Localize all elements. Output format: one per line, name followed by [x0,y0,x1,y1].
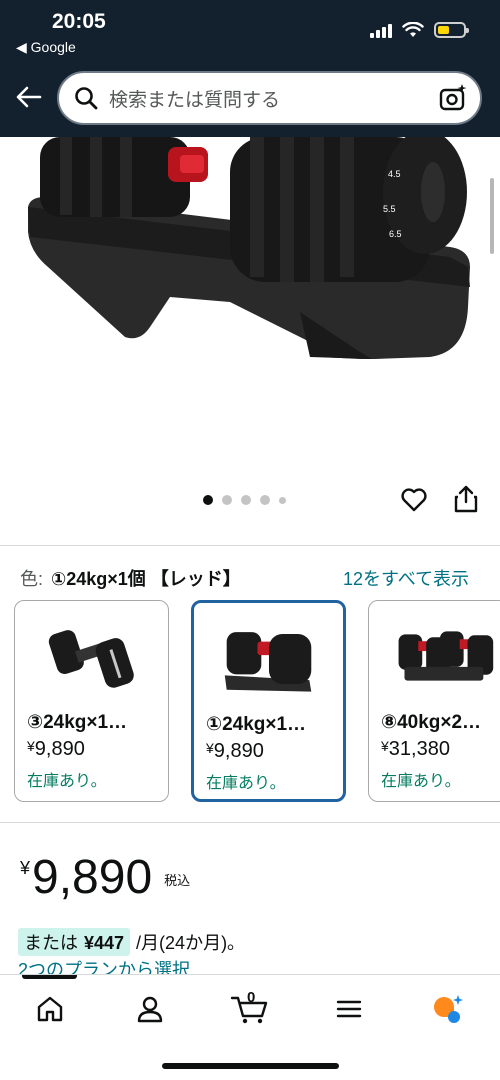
installment-info: または ¥447 /月(24か月)。 [18,928,245,956]
carousel-dot[interactable] [203,495,213,505]
back-arrow-icon[interactable] [14,82,44,112]
carousel-dot[interactable] [222,495,232,505]
variant-price: ¥9,890 [27,738,85,760]
installment-term: /月(24か月)。 [136,933,246,953]
app-header: 20:05 ◀ Google 検索または質問する [0,0,500,137]
variant-thumbnail [48,630,134,688]
variant-name: ⑧40kg×2… [381,712,482,733]
image-carousel-dots[interactable] [203,495,286,505]
back-to-google-link[interactable]: ◀ Google [16,39,76,56]
svg-text:4.5: 4.5 [388,169,401,179]
variant-name: ①24kg×1… [206,714,307,735]
status-time: 20:05 [52,10,106,33]
section-divider [0,545,500,546]
home-icon[interactable] [34,993,66,1025]
installment-highlight: または ¥447 [18,928,131,956]
search-bar[interactable]: 検索または質問する [57,71,482,125]
carousel-dot[interactable] [279,496,286,504]
wifi-icon [402,22,424,37]
variant-label: 色: [20,569,44,589]
variant-name: ③24kg×1… [27,712,128,733]
home-indicator-bar[interactable] [162,1063,339,1069]
variant-card[interactable]: ③24kg×1… ¥9,890 在庫あり。 [14,600,169,802]
tax-note: 税込 [164,873,191,888]
heart-icon[interactable] [400,486,428,514]
account-icon[interactable] [134,993,166,1025]
price-currency: ¥ [20,858,31,878]
cellular-signal-icon [370,22,392,38]
svg-text:6.5: 6.5 [389,229,402,239]
variant-thumbnail [398,631,494,681]
variant-card[interactable]: ⑧40kg×2… ¥31,380 在庫あり。 [368,600,500,802]
dumbbell-image: 4.5 5.5 6.5 [28,137,470,359]
variant-price: ¥31,380 [381,738,450,760]
search-icon [75,87,98,110]
section-divider [0,822,500,823]
variant-stock-status: 在庫あり。 [381,773,461,790]
search-input[interactable]: 検索または質問する [109,85,438,112]
battery-icon [434,22,469,38]
share-icon[interactable] [452,484,480,514]
cart-count: 0 [247,989,256,1006]
variant-stock-status: 在庫あり。 [206,775,286,792]
variant-stock-status: 在庫あり。 [27,773,107,790]
price-amount: 9,890 [32,851,153,904]
menu-icon[interactable] [333,993,365,1025]
camera-search-icon[interactable] [438,83,468,113]
product-image[interactable]: 4.5 5.5 6.5 [0,137,500,467]
rufus-ai-icon[interactable] [430,993,466,1025]
variant-selected-value: ①24kg×1個 【レッド】 [51,569,241,589]
scrollbar[interactable] [490,178,494,254]
see-all-variants-link[interactable]: 12をすべて表示 [343,565,469,591]
variant-price: ¥9,890 [206,740,264,762]
variant-thumbnail [224,632,312,692]
svg-text:5.5: 5.5 [383,204,396,214]
status-icons [370,22,469,38]
nav-active-indicator [22,975,77,979]
cart-button[interactable]: 0 [230,989,270,1025]
variant-card-selected[interactable]: ①24kg×1… ¥9,890 在庫あり。 [191,600,346,802]
carousel-dot[interactable] [260,495,270,505]
carousel-dot[interactable] [241,495,251,505]
product-price: ¥ 9,890 税込 [20,852,190,904]
